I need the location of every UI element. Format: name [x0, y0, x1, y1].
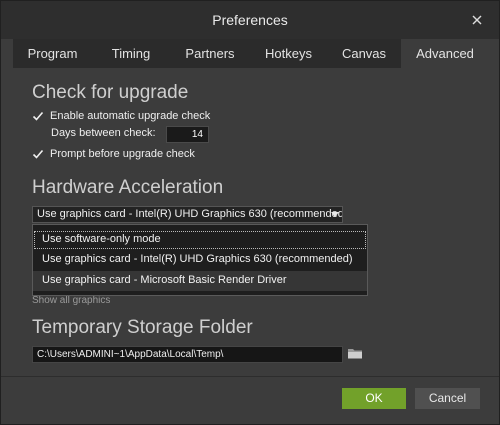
title-bar: Preferences: [1, 1, 499, 39]
tab-bar: Program Timing Partners Hotkeys Canvas A…: [13, 39, 489, 68]
folder-icon: [348, 349, 362, 359]
days-between-check-input[interactable]: [166, 126, 209, 143]
prompt-upgrade-checkbox[interactable]: [32, 148, 44, 160]
dialog-title: Preferences: [212, 12, 288, 28]
show-graphics-label: Show all graphics: [32, 295, 111, 306]
graphics-mode-dropdown-list: Use software-only mode Use graphics card…: [32, 224, 368, 296]
ok-button[interactable]: OK: [342, 388, 406, 409]
upgrade-section-title: Check for upgrade: [32, 82, 189, 103]
option-intel-uhd-630[interactable]: Use graphics card - Intel(R) UHD Graphic…: [33, 250, 367, 270]
tab-timing[interactable]: Timing: [92, 39, 170, 68]
checkmark-icon: [32, 149, 44, 159]
hardware-section-title: Hardware Acceleration: [32, 177, 224, 198]
tab-canvas[interactable]: Canvas: [327, 39, 401, 68]
tab-partners[interactable]: Partners: [170, 39, 250, 68]
close-button[interactable]: [469, 12, 485, 28]
temp-folder-path-input[interactable]: [32, 346, 343, 363]
days-between-check-label: Days between check:: [51, 127, 156, 139]
option-microsoft-basic-render[interactable]: Use graphics card - Microsoft Basic Rend…: [33, 271, 367, 291]
storage-section-title: Temporary Storage Folder: [32, 317, 253, 338]
prompt-upgrade-label: Prompt before upgrade check: [50, 148, 195, 160]
preferences-dialog: Preferences Program Timing Partners Hotk…: [0, 0, 500, 425]
prompt-upgrade-check-row[interactable]: Prompt before upgrade check: [32, 146, 195, 162]
close-icon: [472, 15, 482, 25]
option-software-only[interactable]: Use software-only mode: [33, 230, 367, 250]
chevron-down-icon: [331, 212, 339, 217]
cancel-button[interactable]: Cancel: [415, 388, 480, 409]
checkmark-icon: [32, 111, 44, 121]
graphics-mode-selected-value: Use graphics card - Intel(R) UHD Graphic…: [37, 208, 343, 220]
tab-program[interactable]: Program: [13, 39, 92, 68]
auto-upgrade-check-row[interactable]: Enable automatic upgrade check: [32, 108, 210, 124]
tab-advanced[interactable]: Advanced: [401, 39, 489, 68]
auto-upgrade-checkbox[interactable]: [32, 110, 44, 122]
graphics-mode-select[interactable]: Use graphics card - Intel(R) UHD Graphic…: [32, 206, 343, 223]
auto-upgrade-label: Enable automatic upgrade check: [50, 110, 211, 122]
footer-divider: [1, 376, 499, 377]
tab-hotkeys[interactable]: Hotkeys: [250, 39, 327, 68]
browse-folder-button[interactable]: [346, 345, 364, 362]
